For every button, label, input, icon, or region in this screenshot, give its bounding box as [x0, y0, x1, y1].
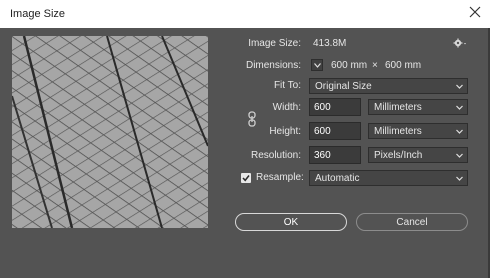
title-bar: Image Size [0, 0, 490, 28]
resolution-value: 360 [314, 150, 331, 161]
chevron-down-icon [456, 84, 463, 89]
width-value: 600 [314, 102, 331, 113]
ok-button[interactable]: OK [235, 213, 347, 231]
chevron-down-icon [456, 153, 463, 158]
chevron-down-icon [456, 176, 463, 181]
width-unit-value: Millimeters [374, 102, 422, 113]
link-icon[interactable] [247, 111, 257, 127]
height-label: Height: [269, 126, 301, 137]
dimensions-width-value: 600 mm [331, 60, 368, 71]
dimensions-unit-dropdown[interactable] [311, 59, 323, 71]
resample-value: Automatic [315, 173, 360, 184]
gear-icon[interactable] [453, 38, 467, 48]
height-value: 600 [314, 126, 331, 137]
dimensions-label: Dimensions: [245, 60, 301, 71]
chevron-down-icon [314, 63, 321, 68]
width-label: Width: [272, 102, 301, 113]
height-input[interactable]: 600 [309, 122, 361, 140]
resample-dropdown[interactable]: Automatic [309, 170, 468, 186]
image-size-value: 413.8M [313, 38, 347, 49]
cancel-button[interactable]: Cancel [356, 213, 468, 231]
resample-checkbox[interactable] [241, 173, 251, 183]
chevron-down-icon [456, 105, 463, 110]
image-preview[interactable] [12, 36, 208, 228]
fit-to-value: Original Size [315, 81, 372, 92]
fit-to-dropdown[interactable]: Original Size [309, 78, 468, 94]
height-unit-value: Millimeters [374, 126, 422, 137]
chevron-down-icon [456, 129, 463, 134]
dimensions-times-sign: × [372, 60, 378, 71]
fit-to-label: Fit To: [273, 80, 301, 91]
resolution-input[interactable]: 360 [309, 146, 361, 164]
width-input[interactable]: 600 [309, 98, 361, 116]
height-unit-dropdown[interactable]: Millimeters [368, 123, 468, 139]
dimensions-height-value: 600 mm [385, 60, 422, 71]
window-title: Image Size [10, 8, 66, 20]
resample-label: Resample: [256, 172, 304, 183]
resolution-unit-value: Pixels/Inch [374, 150, 423, 161]
image-size-label: Image Size: [248, 38, 301, 49]
checkmark-icon [242, 175, 250, 182]
resolution-label: Resolution: [250, 150, 301, 161]
close-icon[interactable] [468, 5, 482, 19]
resolution-unit-dropdown[interactable]: Pixels/Inch [368, 147, 468, 163]
width-unit-dropdown[interactable]: Millimeters [368, 99, 468, 115]
